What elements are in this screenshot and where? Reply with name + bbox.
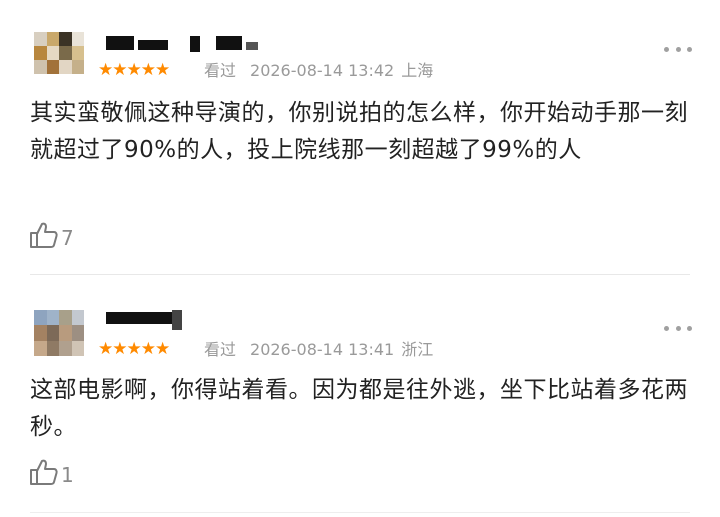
avatar[interactable] [34, 32, 84, 74]
like-count: 1 [61, 462, 74, 487]
review-location: 浙江 [401, 340, 434, 359]
rating-stars: ★★★★★ [98, 60, 170, 80]
like-button[interactable]: 7 [29, 221, 74, 254]
review-datetime: 2026-08-14 13:41 [250, 340, 395, 359]
review-meta: 看过 2026-08-14 13:42 上海 [204, 61, 433, 81]
more-dots-icon[interactable] [664, 324, 692, 332]
thumbs-up-icon [29, 458, 59, 491]
divider [30, 512, 690, 513]
review-text: 这部电影啊，你得站着看。因为都是往外逃，坐下比站着多花两秒。 [30, 377, 688, 440]
review-meta: 看过 2026-08-14 13:41 浙江 [204, 340, 433, 360]
review-datetime: 2026-08-14 13:42 [250, 61, 395, 80]
like-button[interactable]: 1 [29, 458, 74, 491]
like-count: 7 [61, 225, 74, 250]
username-redacted[interactable] [106, 308, 186, 332]
divider [30, 274, 690, 275]
review-location: 上海 [401, 61, 434, 80]
review-text: 其实蛮敬佩这种导演的，你别说拍的怎么样，你开始动手那一刻就超过了90%的人，投上… [30, 100, 688, 163]
avatar[interactable] [34, 310, 84, 356]
more-dots-icon[interactable] [664, 45, 692, 53]
watch-status: 看过 [204, 61, 237, 80]
username-redacted[interactable] [106, 34, 266, 54]
watch-status: 看过 [204, 340, 237, 359]
rating-stars: ★★★★★ [98, 339, 170, 359]
thumbs-up-icon [29, 221, 59, 254]
